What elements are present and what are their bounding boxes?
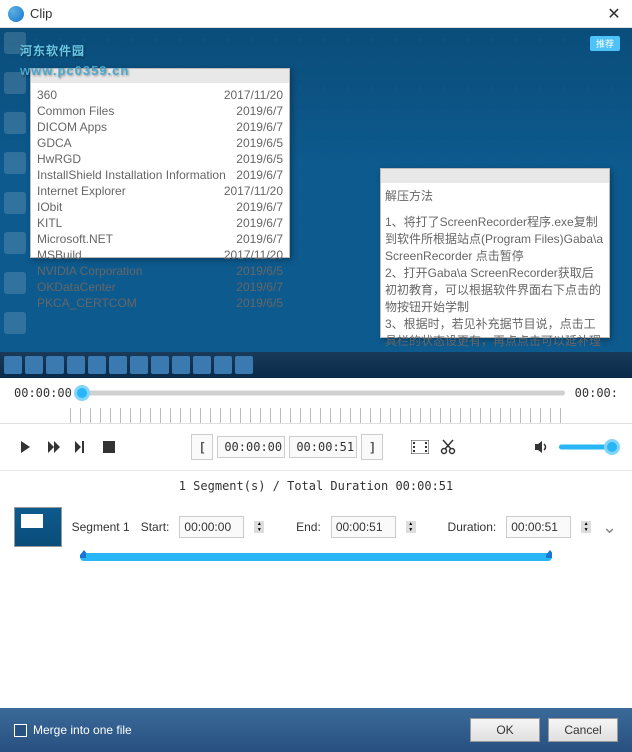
play-button[interactable] bbox=[14, 436, 36, 458]
merge-checkbox-row[interactable]: Merge into one file bbox=[14, 723, 132, 737]
segment-summary: 1 Segment(s) / Total Duration 00:00:51 bbox=[0, 471, 632, 501]
mock-explorer-window: 3602017/11/20 Common Files2019/6/7 DICOM… bbox=[30, 68, 290, 258]
volume-icon[interactable] bbox=[531, 436, 553, 458]
clip-end-time[interactable]: 00:00:51 bbox=[289, 436, 357, 458]
end-spin-down[interactable]: ▼ bbox=[406, 527, 416, 533]
controls-bar: [ 00:00:00 00:00:51 ] bbox=[0, 424, 632, 471]
cancel-button[interactable]: Cancel bbox=[548, 718, 618, 742]
segment-left-handle[interactable] bbox=[80, 550, 86, 558]
window-title: Clip bbox=[30, 6, 52, 21]
titlebar: Clip ✕ bbox=[0, 0, 632, 28]
mock-taskbar bbox=[0, 352, 632, 378]
segment-duration-field[interactable]: 00:00:51 bbox=[506, 516, 571, 538]
film-icon[interactable] bbox=[409, 436, 431, 458]
segment-thumbnail[interactable] bbox=[14, 507, 62, 547]
segment-start-field[interactable]: 00:00:00 bbox=[179, 516, 244, 538]
segment-name: Segment 1 bbox=[72, 520, 131, 534]
set-start-bracket[interactable]: [ bbox=[191, 434, 213, 460]
footer: Merge into one file OK Cancel bbox=[0, 708, 632, 752]
start-label: Start: bbox=[141, 520, 170, 534]
set-end-bracket[interactable]: ] bbox=[361, 434, 383, 460]
playback-slider[interactable] bbox=[82, 386, 565, 400]
next-frame-button[interactable] bbox=[42, 436, 64, 458]
segment-row: Segment 1 Start: 00:00:00 ▲▼ End: 00:00:… bbox=[0, 501, 632, 553]
segment-duration-value: 00:00:51 bbox=[511, 520, 558, 534]
end-label: End: bbox=[296, 520, 321, 534]
start-spin-down[interactable]: ▼ bbox=[254, 527, 264, 533]
dur-spin-down[interactable]: ▼ bbox=[581, 527, 591, 533]
segment-timeline[interactable] bbox=[0, 553, 632, 567]
segment-right-handle[interactable] bbox=[546, 550, 552, 558]
playback-timeline: 00:00:00 00:00: bbox=[0, 378, 632, 408]
video-preview: 河东软件园 www.pc0359.cn 推荐 3602017/11/20 Com… bbox=[0, 28, 632, 378]
clip-range-group: [ 00:00:00 00:00:51 ] bbox=[191, 434, 383, 460]
volume-slider[interactable] bbox=[559, 440, 618, 454]
segment-end-field[interactable]: 00:00:51 bbox=[331, 516, 396, 538]
time-scale bbox=[0, 408, 632, 424]
step-end-button[interactable] bbox=[70, 436, 92, 458]
chevron-down-icon[interactable]: ⌄ bbox=[601, 517, 618, 538]
merge-label: Merge into one file bbox=[33, 723, 132, 737]
segment-start-value: 00:00:00 bbox=[184, 520, 231, 534]
app-icon bbox=[8, 6, 24, 22]
cut-icon[interactable] bbox=[437, 436, 459, 458]
timeline-end-label: 00:00: bbox=[575, 386, 618, 400]
merge-checkbox[interactable] bbox=[14, 724, 27, 737]
timeline-start-label: 00:00:00 bbox=[14, 386, 72, 400]
watermark-url: www.pc0359.cn bbox=[20, 63, 129, 78]
stop-button[interactable] bbox=[98, 436, 120, 458]
clip-start-time[interactable]: 00:00:00 bbox=[217, 436, 285, 458]
duration-label: Duration: bbox=[448, 520, 497, 534]
watermark: 河东软件园 www.pc0359.cn bbox=[20, 38, 129, 78]
mock-editor-window: 解压方法 1、将打了ScreenRecorder程序.exe复制到软件所根据站点… bbox=[380, 168, 610, 338]
watermark-name: 河东软件园 bbox=[20, 44, 85, 58]
segment-end-value: 00:00:51 bbox=[336, 520, 383, 534]
ok-button[interactable]: OK bbox=[470, 718, 540, 742]
close-icon[interactable]: ✕ bbox=[604, 4, 624, 24]
